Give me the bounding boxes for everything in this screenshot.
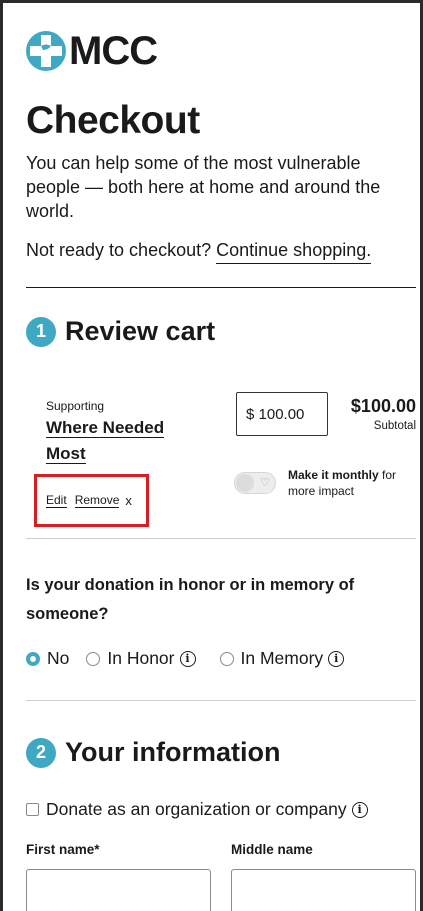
- info-icon[interactable]: i: [351, 801, 368, 818]
- your-information-heading: 2 Your information: [26, 737, 281, 768]
- remove-link[interactable]: Remove: [74, 493, 120, 508]
- cart-item-actions: Edit Remove x: [46, 493, 132, 508]
- supporting-label: Supporting: [46, 399, 105, 413]
- browser-frame: MCC Checkout You can help some of the mo…: [0, 0, 423, 911]
- tribute-question: Is your donation in honor or in memory o…: [26, 576, 355, 623]
- radio-option-in-memory[interactable]: In Memory i: [219, 648, 345, 669]
- fund-name[interactable]: Where Needed Most: [46, 415, 196, 467]
- radio-button[interactable]: [219, 651, 234, 666]
- org-checkbox-label: Donate as an organization or company: [46, 799, 347, 819]
- section-title: Your information: [65, 737, 281, 767]
- info-icon[interactable]: i: [328, 650, 345, 667]
- info-icon[interactable]: i: [179, 650, 196, 667]
- mcc-logo[interactable]: MCC: [26, 29, 158, 73]
- section-divider: [26, 287, 416, 288]
- middle-name-field[interactable]: [231, 869, 416, 911]
- section-title: Review cart: [65, 316, 216, 346]
- radio-label: In Memory: [240, 648, 324, 668]
- radio-button[interactable]: [86, 651, 101, 666]
- subtotal-label: Subtotal: [373, 420, 416, 432]
- radio-option-no[interactable]: No: [26, 648, 69, 669]
- donation-amount-input[interactable]: $ 100.00: [236, 392, 328, 436]
- monthly-label: Make it monthly for more impact: [288, 467, 416, 499]
- page-title: Checkout: [26, 99, 200, 142]
- radio-button[interactable]: [26, 651, 40, 666]
- review-cart-heading: 1 Review cart: [26, 316, 215, 347]
- radio-option-in-honor[interactable]: In Honor i: [86, 648, 196, 669]
- heart-icon: ♡: [260, 477, 270, 489]
- mcc-dove-cross-icon: [26, 31, 66, 71]
- not-ready-line: Not ready to checkout? Continue shopping…: [26, 240, 372, 264]
- intro-text: You can help some of the most vulnerable…: [26, 153, 381, 221]
- not-ready-text: Not ready to checkout?: [26, 240, 212, 260]
- monthly-toggle[interactable]: ♡: [234, 472, 276, 494]
- radio-label: No: [47, 648, 70, 668]
- continue-shopping-link[interactable]: Continue shopping.: [216, 240, 372, 264]
- fund-name-link[interactable]: Where Needed Most: [46, 418, 165, 464]
- tribute-radio-group: No In Honor i In Memory i: [26, 648, 345, 669]
- first-name-label: First name*: [26, 842, 100, 857]
- tribute-divider: [26, 700, 416, 701]
- item-total: $100.00: [350, 396, 416, 416]
- brand-name: MCC: [69, 29, 158, 73]
- cart-divider: [26, 538, 416, 539]
- edit-link[interactable]: Edit: [46, 493, 67, 508]
- org-checkbox[interactable]: [26, 803, 39, 816]
- middle-name-label: Middle name: [231, 842, 313, 857]
- remove-x-icon[interactable]: x: [125, 493, 132, 508]
- monthly-bold-text: Make it monthly: [288, 468, 379, 482]
- first-name-field[interactable]: [26, 869, 211, 911]
- step-number-badge: 1: [26, 316, 56, 347]
- toggle-knob: [236, 474, 254, 492]
- org-checkbox-row[interactable]: Donate as an organization or company i: [26, 799, 368, 820]
- radio-label: In Honor: [107, 648, 175, 668]
- step-number-badge: 2: [26, 737, 56, 768]
